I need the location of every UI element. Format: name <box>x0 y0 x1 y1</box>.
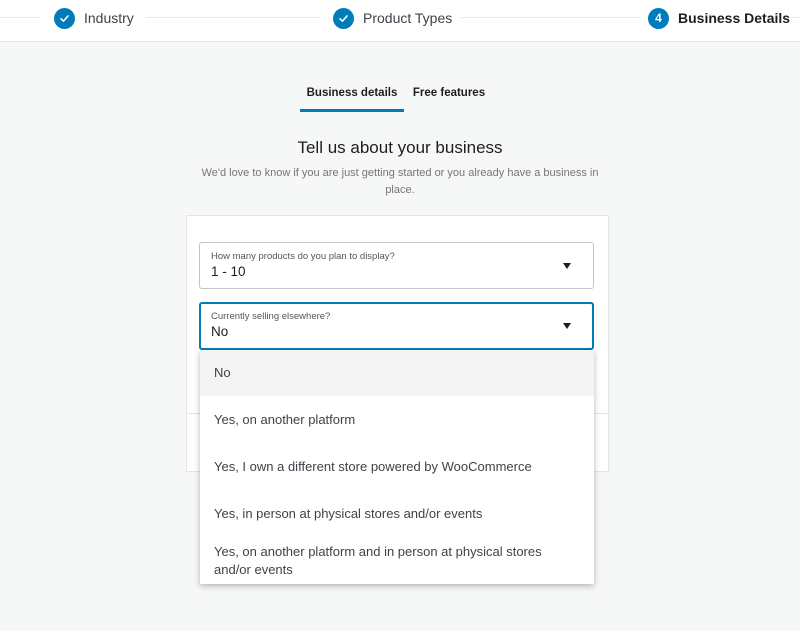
step-product-types[interactable]: Product Types <box>333 6 452 30</box>
selling-elsewhere-select[interactable]: Currently selling elsewhere? No <box>199 302 594 350</box>
caret-down-icon <box>563 263 571 269</box>
check-icon <box>333 7 354 29</box>
step-label: Industry <box>84 10 134 26</box>
stepper-connector <box>460 17 640 18</box>
option-no[interactable]: No <box>200 350 594 396</box>
progress-stepper: Industry Product Types 4 Business Detail… <box>0 0 800 42</box>
step-number-badge: 4 <box>648 7 669 29</box>
caret-down-icon <box>563 323 571 329</box>
option-woocommerce-store[interactable]: Yes, I own a different store powered by … <box>200 443 594 490</box>
option-platform-and-physical[interactable]: Yes, on another platform and in person a… <box>200 537 594 584</box>
tab-free-features[interactable]: Free features <box>410 82 488 112</box>
tab-bar: Business details Free features <box>0 82 800 114</box>
product-count-select[interactable]: How many products do you plan to display… <box>199 242 594 289</box>
step-label: Business Details <box>678 10 791 26</box>
selling-elsewhere-label: Currently selling elsewhere? <box>211 311 331 322</box>
stepper-connector <box>0 17 40 18</box>
product-count-label: How many products do you plan to display… <box>211 251 395 262</box>
tab-business-details[interactable]: Business details <box>300 82 404 112</box>
selling-elsewhere-options: No Yes, on another platform Yes, I own a… <box>200 350 594 584</box>
step-industry[interactable]: Industry <box>54 6 134 30</box>
option-physical-stores[interactable]: Yes, in person at physical stores and/or… <box>200 490 594 537</box>
check-icon <box>54 7 75 29</box>
page-subtitle: We'd love to know if you are just gettin… <box>201 167 599 196</box>
page-title: Tell us about your business <box>297 138 503 157</box>
selling-elsewhere-value: No <box>211 324 229 339</box>
product-count-value: 1 - 10 <box>211 264 246 279</box>
option-another-platform[interactable]: Yes, on another platform <box>200 396 594 443</box>
stepper-connector <box>146 17 321 18</box>
step-label: Product Types <box>363 10 453 26</box>
step-business-details[interactable]: 4 Business Details <box>648 6 790 30</box>
